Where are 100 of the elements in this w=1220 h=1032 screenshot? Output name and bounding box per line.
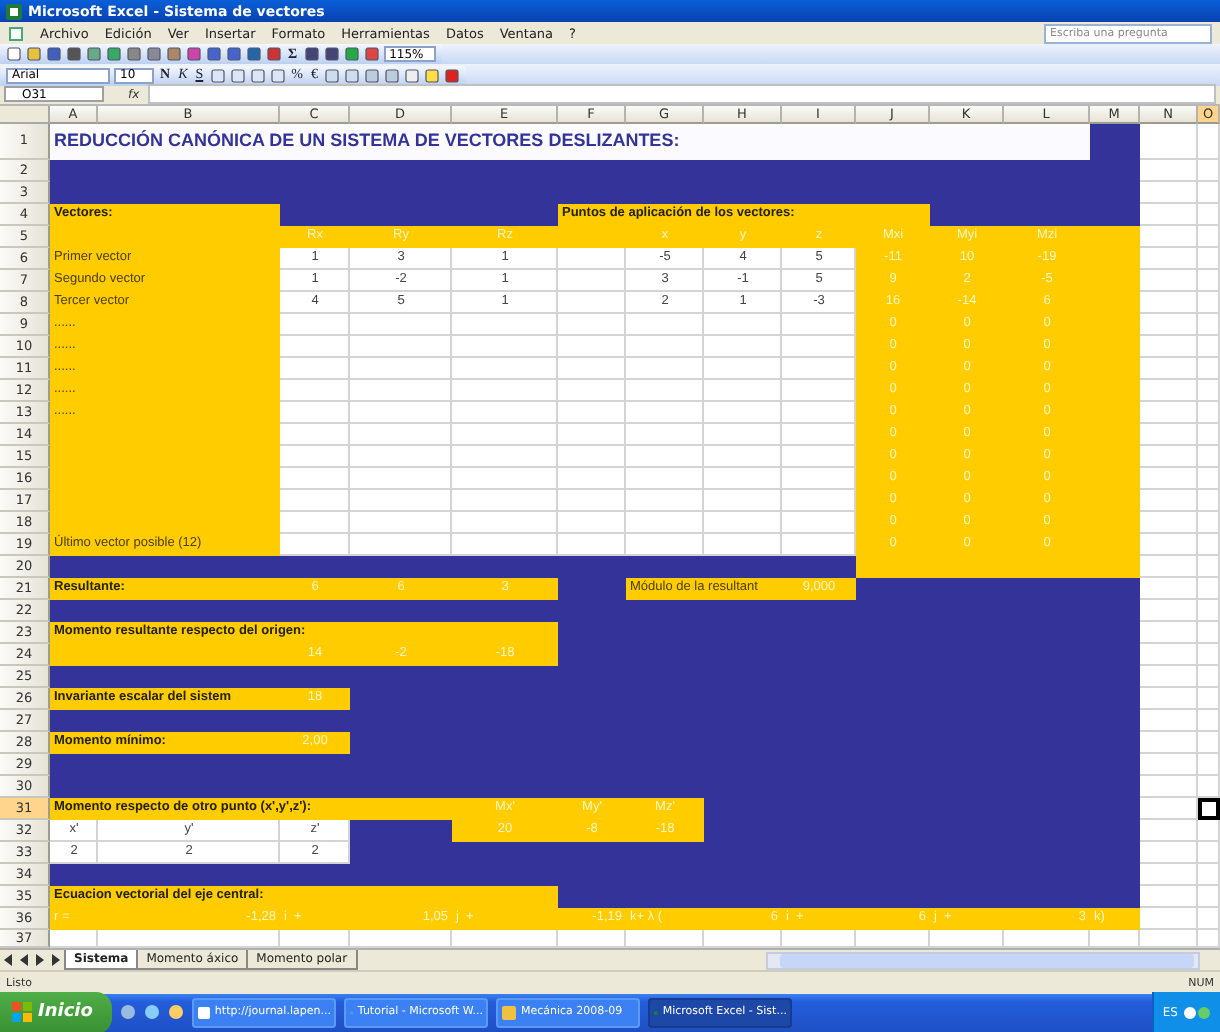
spreadsheet-cell[interactable] — [1198, 401, 1220, 424]
spreadsheet-cell[interactable] — [452, 467, 558, 490]
spreadsheet-cell[interactable] — [452, 423, 558, 446]
spreadsheet-cell[interactable] — [558, 357, 626, 380]
horizontal-scrollbar[interactable] — [766, 951, 1200, 970]
spreadsheet-cell[interactable] — [452, 489, 558, 512]
spreadsheet-cell[interactable] — [280, 269, 350, 292]
spreadsheet-cell[interactable] — [1198, 599, 1220, 622]
spreadsheet-cell[interactable] — [1198, 335, 1220, 358]
spreadsheet-cell[interactable] — [1140, 577, 1198, 600]
spreadsheet-cell[interactable] — [350, 489, 452, 512]
spreadsheet-cell[interactable] — [350, 379, 452, 402]
spreadsheet-cell[interactable] — [350, 533, 452, 556]
spreadsheet-cell[interactable] — [280, 819, 350, 842]
spreadsheet-cell[interactable] — [1198, 709, 1220, 732]
spreadsheet-cell[interactable] — [1198, 665, 1220, 688]
spreadsheet-cell[interactable] — [350, 445, 452, 468]
spreadsheet-cell[interactable] — [350, 247, 452, 270]
spreadsheet-cell[interactable] — [452, 445, 558, 468]
spreadsheet-cell[interactable] — [1140, 687, 1198, 710]
spreadsheet-cell[interactable] — [1140, 533, 1198, 556]
spreadsheet-cell[interactable] — [558, 313, 626, 336]
active-cell[interactable] — [1198, 797, 1220, 820]
spreadsheet-cell[interactable] — [626, 313, 704, 336]
spreadsheet-cell[interactable] — [1140, 423, 1198, 446]
spreadsheet-cell[interactable] — [452, 335, 558, 358]
spreadsheet-cell[interactable] — [782, 313, 856, 336]
spreadsheet-cell[interactable] — [626, 357, 704, 380]
spreadsheet-cell[interactable] — [280, 313, 350, 336]
spreadsheet-cell[interactable] — [1140, 753, 1198, 776]
spreadsheet-cell[interactable] — [782, 401, 856, 424]
spreadsheet-cell[interactable] — [1198, 753, 1220, 776]
spreadsheet-cell[interactable] — [558, 379, 626, 402]
spreadsheet-cell[interactable] — [704, 533, 782, 556]
spreadsheet-cell[interactable] — [350, 401, 452, 424]
spreadsheet-cell[interactable] — [1198, 731, 1220, 754]
spreadsheet-cell[interactable] — [782, 445, 856, 468]
spreadsheet-cell[interactable] — [782, 269, 856, 292]
spreadsheet-cell[interactable] — [1140, 401, 1198, 424]
spreadsheet-cell[interactable] — [1140, 665, 1198, 688]
spreadsheet-cell[interactable] — [782, 379, 856, 402]
spreadsheet-cell[interactable] — [1198, 687, 1220, 710]
spreadsheet-cell[interactable] — [704, 357, 782, 380]
spreadsheet-cell[interactable] — [626, 269, 704, 292]
spreadsheet-cell[interactable] — [1140, 159, 1198, 182]
spreadsheet-cell[interactable] — [558, 533, 626, 556]
spreadsheet-cell[interactable] — [452, 313, 558, 336]
spreadsheet-cell[interactable] — [1140, 225, 1198, 248]
spreadsheet-cell[interactable] — [452, 247, 558, 270]
spreadsheet-cell[interactable] — [1140, 123, 1198, 160]
spreadsheet-cell[interactable] — [1140, 621, 1198, 644]
spreadsheet-cell[interactable] — [1140, 599, 1198, 622]
spreadsheet-cell[interactable] — [704, 401, 782, 424]
spreadsheet-cell[interactable] — [558, 423, 626, 446]
spreadsheet-cell[interactable] — [280, 511, 350, 534]
spreadsheet-cell[interactable] — [782, 533, 856, 556]
spreadsheet-cell[interactable] — [1140, 511, 1198, 534]
spreadsheet-cell[interactable] — [280, 247, 350, 270]
spreadsheet-cell[interactable] — [626, 335, 704, 358]
spreadsheet-cell[interactable] — [1140, 885, 1198, 908]
spreadsheet-cell[interactable] — [782, 489, 856, 512]
spreadsheet-cell[interactable] — [1198, 885, 1220, 908]
spreadsheet-cell[interactable] — [1140, 489, 1198, 512]
spreadsheet-cell[interactable] — [704, 489, 782, 512]
spreadsheet-cell[interactable] — [1198, 423, 1220, 446]
spreadsheet-cell[interactable] — [1198, 533, 1220, 556]
spreadsheet-cell[interactable] — [280, 291, 350, 314]
spreadsheet-cell[interactable] — [1140, 203, 1198, 226]
spreadsheet-cell[interactable] — [704, 291, 782, 314]
spreadsheet-cell[interactable] — [452, 269, 558, 292]
spreadsheet-cell[interactable] — [626, 489, 704, 512]
spreadsheet-cell[interactable] — [626, 467, 704, 490]
spreadsheet-cell[interactable] — [626, 379, 704, 402]
spreadsheet-cell[interactable] — [1140, 731, 1198, 754]
spreadsheet-cell[interactable] — [452, 291, 558, 314]
spreadsheet-cell[interactable] — [1198, 819, 1220, 842]
spreadsheet-cell[interactable] — [704, 423, 782, 446]
spreadsheet-cell[interactable] — [782, 511, 856, 534]
spreadsheet-cell[interactable] — [350, 357, 452, 380]
spreadsheet-cell[interactable] — [558, 401, 626, 424]
spreadsheet-cell[interactable] — [782, 467, 856, 490]
spreadsheet-cell[interactable] — [1140, 643, 1198, 666]
spreadsheet-cell[interactable] — [1140, 379, 1198, 402]
document-icon[interactable] — [8, 25, 24, 42]
spreadsheet-cell[interactable] — [1140, 863, 1198, 886]
spreadsheet-cell[interactable] — [350, 467, 452, 490]
spreadsheet-cell[interactable] — [626, 291, 704, 314]
spreadsheet-cell[interactable] — [1198, 313, 1220, 336]
spreadsheet-cell[interactable] — [1198, 269, 1220, 292]
spreadsheet-cell[interactable] — [280, 489, 350, 512]
spreadsheet-cell[interactable] — [1140, 797, 1198, 820]
spreadsheet-cell[interactable] — [1198, 291, 1220, 314]
spreadsheet-cell[interactable] — [1198, 841, 1220, 864]
spreadsheet-cell[interactable] — [704, 247, 782, 270]
spreadsheet-cell[interactable] — [558, 467, 626, 490]
spreadsheet-cell[interactable] — [350, 269, 452, 292]
spreadsheet-cell[interactable] — [1140, 269, 1198, 292]
spreadsheet-cell[interactable] — [704, 445, 782, 468]
spreadsheet-cell[interactable] — [1140, 907, 1198, 930]
spreadsheet-cell[interactable] — [558, 335, 626, 358]
